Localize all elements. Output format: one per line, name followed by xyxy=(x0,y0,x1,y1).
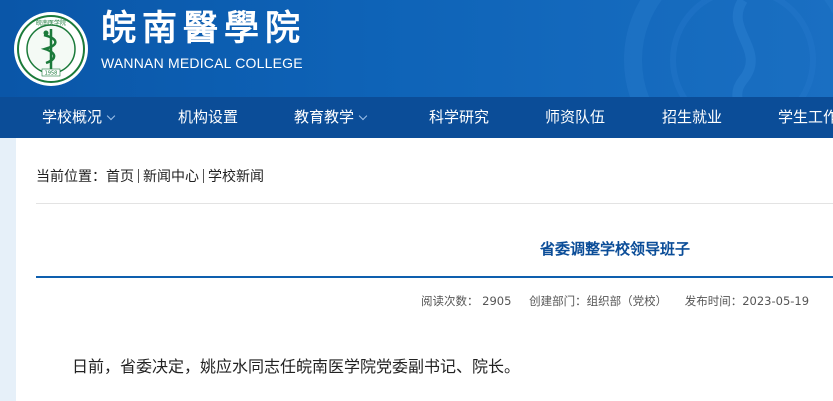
nav-item-faculty[interactable]: 师资队伍 xyxy=(545,97,605,138)
emblem-top-text: 皖南医学院 xyxy=(36,19,66,27)
breadcrumb: 当前位置：首页 新闻中心 学校新闻 xyxy=(36,165,264,189)
divider xyxy=(36,203,833,204)
nav-item-organization[interactable]: 机构设置 xyxy=(178,97,238,138)
breadcrumb-separator xyxy=(138,169,139,183)
site-header: 皖南医学院 1958 皖南醫學院 WANNAN MEDICAL COLLEGE xyxy=(0,0,833,97)
article-title: 省委调整学校领导班子 xyxy=(539,240,690,258)
emblem-year: 1958 xyxy=(45,71,58,77)
view-count: 阅读次数： 2905 xyxy=(421,294,512,308)
chevron-down-icon xyxy=(358,111,368,121)
title-underline xyxy=(36,276,833,278)
nav-item-label: 师资队伍 xyxy=(545,108,606,126)
breadcrumb-home-link[interactable]: 首页 xyxy=(106,169,134,185)
publish-date: 发布时间：2023-05-19 xyxy=(684,294,810,308)
nav-item-label: 科学研究 xyxy=(429,108,490,126)
nav-item-overview[interactable]: 学校概况 xyxy=(42,97,116,138)
school-emblem-icon[interactable]: 皖南医学院 1958 xyxy=(13,11,89,87)
department: 创建部门：组织部（党校） xyxy=(529,294,668,308)
emblem-watermark-icon xyxy=(624,0,833,97)
breadcrumb-prefix: 当前位置： xyxy=(36,169,106,185)
nav-item-label: 学生工作 xyxy=(778,108,833,126)
chevron-down-icon xyxy=(106,111,116,121)
article-body: 日前，省委决定，姚应水同志任皖南医学院党委副书记、院长。 xyxy=(72,357,521,376)
breadcrumb-school-news-link[interactable]: 学校新闻 xyxy=(208,169,264,185)
side-strip xyxy=(0,138,16,401)
nav-item-label: 招生就业 xyxy=(662,108,723,126)
breadcrumb-news-center-link[interactable]: 新闻中心 xyxy=(143,169,199,185)
main-nav: 学校概况 机构设置 教育教学 科学研究 师资队伍 招生就业 学生工作 xyxy=(0,97,833,138)
nav-item-education[interactable]: 教育教学 xyxy=(294,97,368,138)
school-name-en[interactable]: WANNAN MEDICAL COLLEGE xyxy=(101,55,303,71)
breadcrumb-separator xyxy=(203,169,204,183)
nav-item-label: 学校概况 xyxy=(42,108,103,126)
school-name-cn[interactable]: 皖南醫學院 xyxy=(101,4,306,54)
nav-item-research[interactable]: 科学研究 xyxy=(429,97,489,138)
nav-item-label: 机构设置 xyxy=(178,108,239,126)
article-meta: 阅读次数： 2905 创建部门：组织部（党校） 发布时间：2023-05-19 xyxy=(421,293,823,309)
nav-item-student-affairs[interactable]: 学生工作 xyxy=(778,97,833,138)
nav-item-label: 教育教学 xyxy=(294,108,355,126)
nav-item-admissions[interactable]: 招生就业 xyxy=(662,97,722,138)
